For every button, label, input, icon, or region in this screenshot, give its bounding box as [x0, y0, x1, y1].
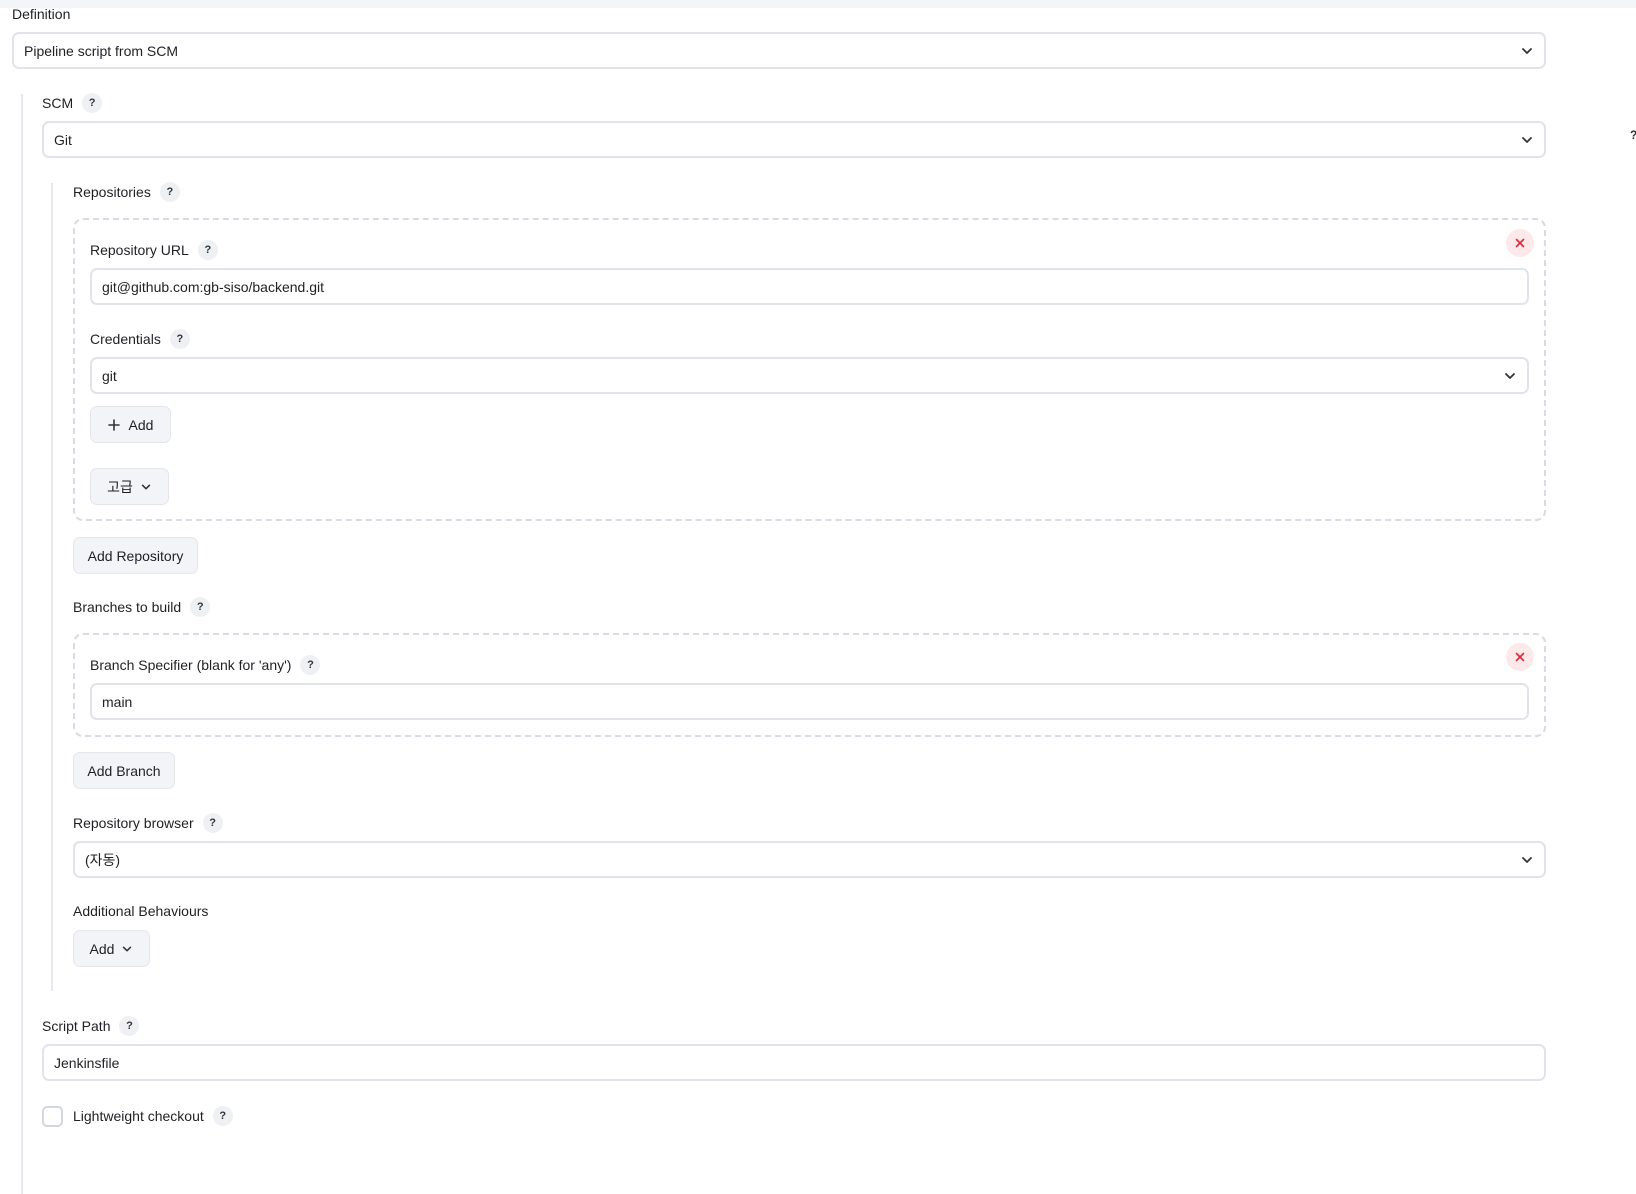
help-icon[interactable]: ?: [202, 813, 223, 833]
lightweight-checkout-checkbox[interactable]: [42, 1106, 63, 1127]
definition-label: Definition: [12, 6, 71, 22]
help-icon[interactable]: ?: [82, 93, 103, 113]
chevron-down-icon: [1522, 856, 1532, 863]
script-path-label: Script Path ?: [42, 1016, 140, 1036]
definition-select[interactable]: Pipeline script from SCM: [12, 32, 1546, 69]
add-repository-button[interactable]: Add Repository: [73, 537, 198, 574]
chevron-down-icon: [1522, 47, 1532, 54]
help-icon[interactable]: ?: [169, 329, 190, 349]
branch-specifier-label: Branch Specifier (blank for 'any') ?: [90, 655, 321, 675]
nesting-line-git: [51, 183, 53, 991]
credentials-label: Credentials ?: [90, 329, 190, 349]
branch-specifier-input[interactable]: main: [90, 683, 1529, 720]
scm-select[interactable]: Git: [42, 121, 1546, 158]
remove-branch-button[interactable]: [1506, 643, 1534, 671]
help-icon[interactable]: ?: [159, 182, 180, 202]
add-branch-button[interactable]: Add Branch: [73, 752, 175, 789]
branches-label: Branches to build ?: [73, 597, 211, 617]
repository-url-input[interactable]: git@github.com:gb-siso/backend.git: [90, 268, 1529, 305]
help-icon[interactable]: ?: [300, 655, 321, 675]
chevron-down-icon: [1505, 372, 1515, 379]
repository-browser-label: Repository browser ?: [73, 813, 223, 833]
repository-url-label: Repository URL ?: [90, 240, 218, 260]
help-icon[interactable]: ?: [119, 1016, 140, 1036]
advanced-button[interactable]: 고급: [90, 468, 169, 505]
close-icon: [1515, 652, 1525, 662]
credentials-select[interactable]: git: [90, 357, 1529, 394]
help-icon[interactable]: ?: [190, 597, 211, 617]
scm-label: SCM ?: [42, 93, 103, 113]
add-behaviour-button[interactable]: Add: [73, 930, 150, 967]
help-icon[interactable]: ?: [197, 240, 218, 260]
repositories-label: Repositories ?: [73, 182, 180, 202]
nesting-line-scm: [21, 94, 23, 1194]
lightweight-checkout-label: Lightweight checkout ?: [73, 1106, 233, 1126]
top-bar: [0, 0, 1636, 8]
plus-icon: [107, 418, 120, 431]
repository-browser-select[interactable]: (자동): [73, 841, 1546, 878]
chevron-down-icon: [1522, 136, 1532, 143]
add-credentials-button[interactable]: Add: [90, 406, 171, 443]
help-icon[interactable]: ?: [212, 1106, 233, 1126]
script-path-input[interactable]: Jenkinsfile: [42, 1044, 1546, 1081]
help-icon-edge[interactable]: ?: [1630, 128, 1636, 142]
additional-behaviours-label: Additional Behaviours: [73, 903, 209, 919]
chevron-down-icon: [123, 946, 132, 951]
chevron-down-icon: [141, 484, 151, 489]
remove-repository-button[interactable]: [1506, 229, 1534, 257]
close-icon: [1515, 238, 1525, 248]
